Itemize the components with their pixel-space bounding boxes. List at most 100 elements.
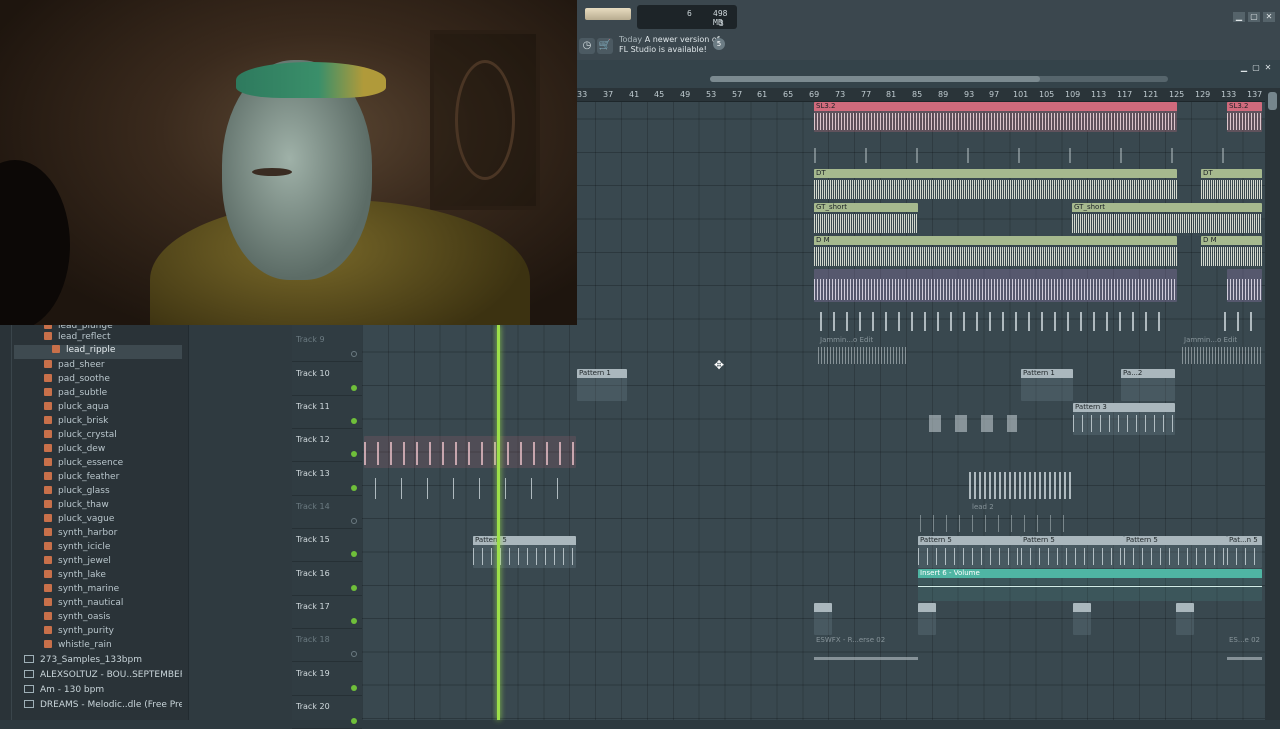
browser-folder[interactable]: ALEXSOLTUZ - BOU..SEPTEMBER 2023 ) [14,670,182,685]
pattern-clip[interactable] [814,136,1262,166]
browser-item[interactable]: pad_sheer [44,360,105,374]
scroll-thumb[interactable] [1268,92,1277,110]
track-header[interactable]: Track 13 [292,463,362,496]
shop-cart-icon[interactable]: 🛒 [597,38,613,54]
browser-folder[interactable]: Am - 130 bpm [14,685,182,700]
browser-item[interactable]: synth_oasis [44,612,110,626]
browser-item[interactable]: pluck_crystal [44,430,117,444]
track-mute-led[interactable] [351,651,357,657]
audio-clip[interactable]: Jammin...o Edit [818,336,908,366]
pattern-clip[interactable] [1224,304,1262,334]
pattern-clip[interactable] [969,470,1071,502]
audio-clip[interactable]: SL3.2 [814,102,1177,132]
browser-item[interactable]: synth_lake [44,570,106,584]
pattern-clip[interactable]: Pattern 5 [473,536,576,568]
browser-folder[interactable]: DREAMS - Melodic..dle (Free Preview) [14,700,182,715]
browser-item[interactable]: synth_harbor [44,528,117,542]
track-mute-led[interactable] [351,518,357,524]
track-header[interactable]: Track 11 [292,396,362,429]
track-header[interactable]: Track 19 [292,663,362,696]
track-header[interactable]: Track 9 [292,329,362,362]
audio-clip[interactable] [814,269,1177,302]
track-header[interactable]: Track 20 [292,696,362,729]
pattern-clip[interactable]: Pattern 3 [1073,403,1175,435]
browser-item[interactable]: pad_subtle [44,388,107,402]
vertical-scrollbar[interactable] [1265,88,1280,720]
audio-clip[interactable]: D M [1201,236,1262,268]
track-mute-led[interactable] [351,585,357,591]
track-header[interactable]: Track 14 [292,496,362,529]
minimize-icon[interactable]: ▁ [1233,12,1245,22]
browser-folder[interactable]: 273_Samples_133bpm [14,655,182,670]
track-header[interactable]: Track 12 [292,429,362,462]
browser-item[interactable]: pad_soothe [44,374,110,388]
tempo-display[interactable] [585,8,631,20]
audio-clip[interactable]: GT_short [1072,203,1262,235]
browser-item[interactable]: synth_icicle [44,542,110,556]
track-mute-led[interactable] [351,451,357,457]
pattern-clip[interactable]: Pat...n 5 [1227,536,1262,568]
browser-item[interactable]: pluck_essence [44,458,123,472]
pattern-clip[interactable]: Pa...2 [1121,369,1175,401]
track-mute-led[interactable] [351,485,357,491]
audio-clip[interactable]: DT [1201,169,1262,201]
scroll-thumb[interactable] [710,76,1040,82]
browser-item-selected[interactable]: lead_ripple [14,345,182,359]
browser-item[interactable]: lead_reflect [44,332,111,346]
pattern-clip[interactable]: Pattern 5 [1021,536,1124,568]
pattern-clip[interactable]: Pattern 5 [1124,536,1227,568]
track-mute-led[interactable] [351,551,357,557]
audio-clip[interactable]: Jammin...o Edit [1182,336,1262,366]
horizontal-scrollbar[interactable] [710,76,1168,82]
pattern-clip[interactable] [1176,603,1194,635]
browser-item[interactable]: pluck_thaw [44,500,109,514]
pattern-clip[interactable] [918,603,936,635]
track-mute-led[interactable] [351,385,357,391]
pattern-clip[interactable] [820,304,1165,334]
pattern-clip[interactable]: lead 2 [920,503,1068,535]
browser-item[interactable]: pluck_brisk [44,416,108,430]
pattern-clip[interactable] [929,403,1017,435]
update-badge[interactable]: 5 [713,38,725,50]
automation-clip[interactable]: Insert 6 - Volume [918,569,1262,601]
audio-clip[interactable]: ESWFX - R...erse 02 [814,636,918,664]
audio-clip[interactable]: SL3.2 [1227,102,1262,132]
close-icon[interactable]: ✕ [1263,12,1275,22]
track-mute-led[interactable] [351,685,357,691]
browser-item[interactable]: synth_marine [44,584,119,598]
browser-item[interactable]: pluck_glass [44,486,110,500]
pattern-clip[interactable]: Pattern 5 [918,536,1021,568]
pattern-clip[interactable] [814,603,832,635]
track-header[interactable]: Track 16 [292,563,362,596]
pattern-clip[interactable] [1073,603,1091,635]
track-mute-led[interactable] [351,418,357,424]
pattern-clip[interactable] [375,470,575,502]
news-ticker[interactable]: Today A newer version of FL Studio is av… [619,35,720,55]
browser-item[interactable]: whistle_rain [44,640,112,654]
audio-clip[interactable]: ES...e 02 [1227,636,1262,664]
browser-item[interactable]: pluck_aqua [44,402,109,416]
browser-item[interactable]: pluck_feather [44,472,119,486]
audio-clip[interactable]: GT_short [814,203,918,235]
track-mute-led[interactable] [351,718,357,724]
audio-clip[interactable] [1227,269,1262,302]
timeline-ruler[interactable]: 33 37 41 45 49 53 57 61 65 69 73 77 81 8… [577,88,1265,102]
browser-item[interactable]: synth_purity [44,626,114,640]
browser-item[interactable]: pluck_dew [44,444,105,458]
playhead[interactable] [497,325,500,720]
track-mute-led[interactable] [351,351,357,357]
track-header[interactable]: Track 17 [292,596,362,629]
maximize-icon[interactable]: ▢ [1248,12,1260,22]
track-header[interactable]: Track 15 [292,529,362,562]
pattern-clip[interactable]: Pattern 1 [1021,369,1073,401]
playlist-close-icon[interactable]: ✕ [1263,63,1273,72]
pattern-clip[interactable] [364,436,576,468]
track-header[interactable]: Track 18 [292,629,362,662]
audio-clip[interactable]: DT [814,169,1177,201]
clock-icon[interactable]: ◷ [579,38,595,54]
browser-item[interactable]: synth_nautical [44,598,123,612]
track-header[interactable]: Track 10 [292,363,362,396]
browser-item[interactable]: synth_jewel [44,556,111,570]
track-mute-led[interactable] [351,618,357,624]
playlist-maximize-icon[interactable]: ▢ [1251,63,1261,72]
